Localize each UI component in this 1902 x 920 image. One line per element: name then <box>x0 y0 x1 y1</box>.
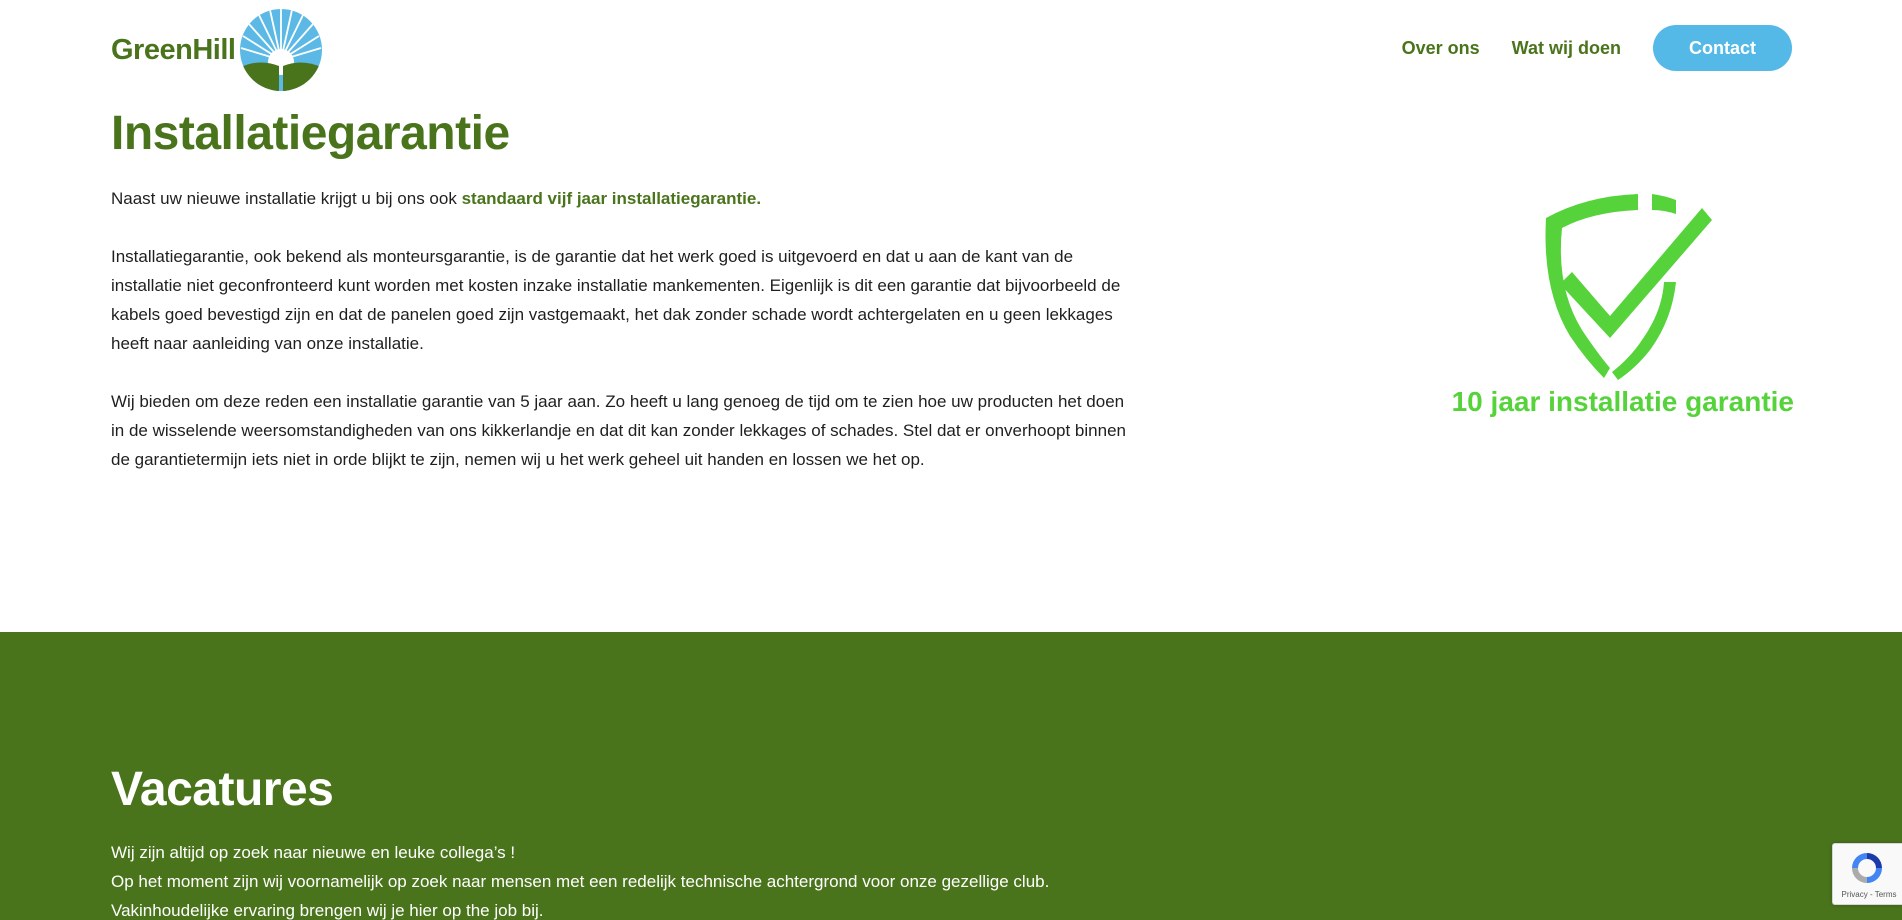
recaptcha-icon <box>1852 853 1882 883</box>
vacatures-line-2: Op het moment zijn wij voornamelijk op z… <box>111 872 1050 891</box>
logo-text: GreenHill <box>111 33 236 66</box>
intro-text: Naast uw nieuwe installatie krijgt u bij… <box>111 189 462 208</box>
vacatures-line-1: Wij zijn altijd op zoek naar nieuwe en l… <box>111 843 516 862</box>
vacatures-text: Wij zijn altijd op zoek naar nieuwe en l… <box>111 838 1211 920</box>
contact-button[interactable]: Contact <box>1653 25 1792 71</box>
site-header: GreenHill Over ons Wat wij doen Contact <box>0 0 1902 96</box>
paragraph-garantietermijn: Wij bieden om deze reden een installatie… <box>111 392 1126 469</box>
vacatures-section: Vacatures Wij zijn altijd op zoek naar n… <box>0 632 1902 920</box>
sun-hills-logo-icon <box>240 9 323 91</box>
content-text: Naast uw nieuwe installatie krijgt u bij… <box>111 184 1126 503</box>
page-title: Installatiegarantie <box>111 107 510 160</box>
intro-paragraph: Naast uw nieuwe installatie krijgt u bij… <box>111 184 1126 213</box>
main-nav: Over ons Wat wij doen Contact <box>1402 25 1792 71</box>
nav-over-ons[interactable]: Over ons <box>1402 25 1480 71</box>
installatiegarantie-section: Installatiegarantie Naast uw nieuwe inst… <box>0 96 1902 632</box>
badge-caption: 10 jaar installatie garantie <box>1451 386 1794 417</box>
greenhill-logo[interactable]: GreenHill <box>111 8 323 92</box>
vacatures-title: Vacatures <box>111 763 334 816</box>
shield-check-icon <box>1545 194 1712 380</box>
recaptcha-links[interactable]: Privacy - Terms <box>1837 890 1901 899</box>
paragraph-monteursgarantie: Installatiegarantie, ook bekend als mont… <box>111 247 1121 353</box>
recaptcha-badge[interactable]: Privacy - Terms <box>1832 843 1902 905</box>
vacatures-line-3: Vakinhoudelijke ervaring brengen wij je … <box>111 901 544 920</box>
guarantee-badge: 10 jaar installatie garantie <box>1424 190 1794 520</box>
intro-highlight: standaard vijf jaar installatiegarantie. <box>461 189 762 208</box>
nav-wat-wij-doen[interactable]: Wat wij doen <box>1512 25 1621 71</box>
